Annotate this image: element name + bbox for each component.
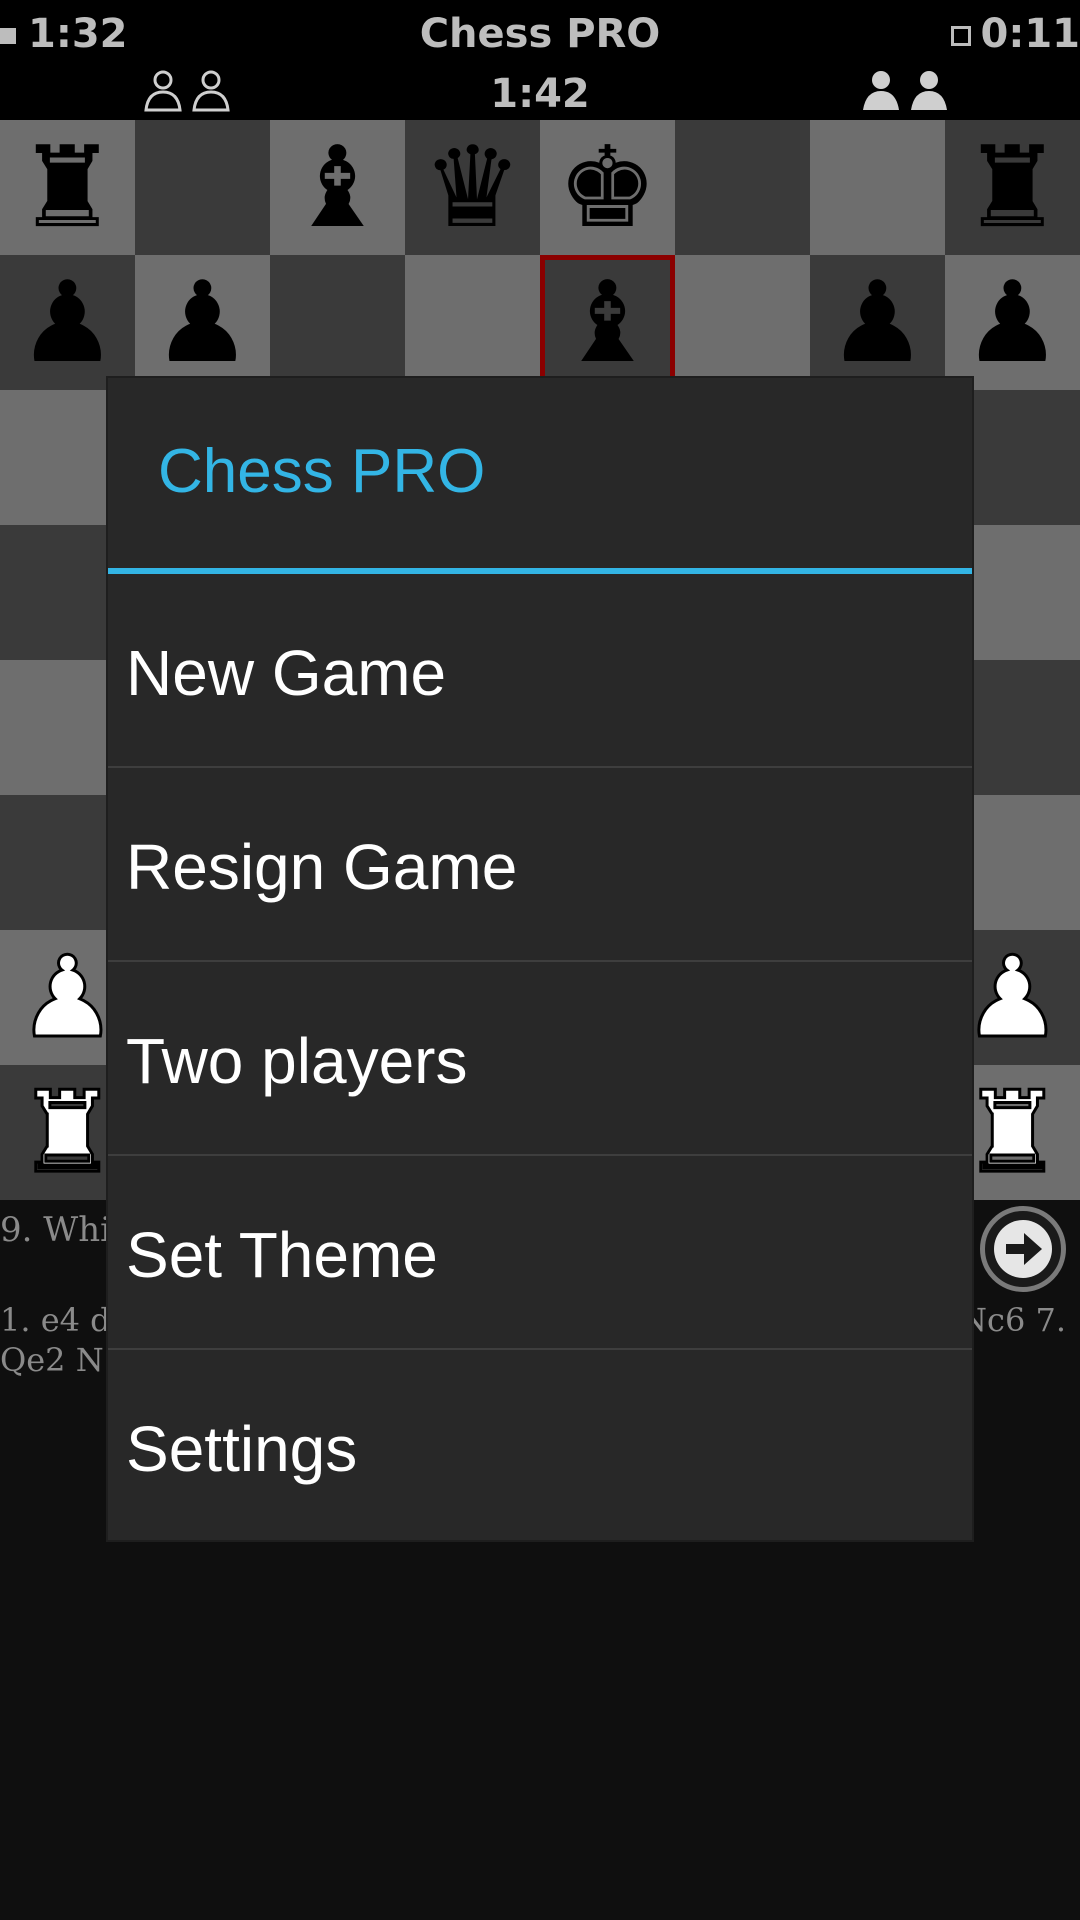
board-square-f8[interactable] xyxy=(675,120,810,255)
status-line: 9. Whi xyxy=(0,1210,111,1250)
black-pawn-icon[interactable]: ♟ xyxy=(135,255,270,390)
dialog-title: Chess PRO xyxy=(158,437,486,506)
board-square-c8[interactable]: ♝ xyxy=(270,120,405,255)
board-square-d8[interactable]: ♛ xyxy=(405,120,540,255)
menu-item-label: New Game xyxy=(126,637,447,709)
black-rook-icon[interactable]: ♜ xyxy=(945,120,1080,255)
black-bishop-icon[interactable]: ♝ xyxy=(540,255,675,390)
main-menu-dialog: Chess PRO New Game Resign Game Two playe… xyxy=(108,378,972,1540)
menu-item-label: Settings xyxy=(126,1413,358,1485)
board-square-g7[interactable]: ♟ xyxy=(810,255,945,390)
board-square-d7[interactable] xyxy=(405,255,540,390)
menu-item-label: Two players xyxy=(126,1025,468,1097)
arrow-right-icon xyxy=(994,1220,1052,1278)
menu-item-settings[interactable]: Settings xyxy=(108,1350,972,1544)
board-square-e8[interactable]: ♚ xyxy=(540,120,675,255)
menu-item-resign-game[interactable]: Resign Game xyxy=(108,768,972,962)
black-king-icon[interactable]: ♚ xyxy=(540,120,675,255)
black-clock: 0:11 xyxy=(950,11,1080,57)
menu-item-two-players[interactable]: Two players xyxy=(108,962,972,1156)
app-title: Chess PRO xyxy=(419,11,661,57)
players-right-icon xyxy=(858,68,952,112)
menu-item-set-theme[interactable]: Set Theme xyxy=(108,1156,972,1350)
menu-item-label: Resign Game xyxy=(126,831,518,903)
board-square-h8[interactable]: ♜ xyxy=(945,120,1080,255)
black-queen-icon[interactable]: ♛ xyxy=(405,120,540,255)
board-square-b7[interactable]: ♟ xyxy=(135,255,270,390)
players-left-icon xyxy=(140,68,234,112)
black-pawn-icon[interactable]: ♟ xyxy=(945,255,1080,390)
board-square-e7[interactable]: ♝ xyxy=(540,255,675,390)
menu-item-new-game[interactable]: New Game xyxy=(108,574,972,768)
move-list-line1-left: 1. e4 d xyxy=(0,1301,111,1339)
board-square-f7[interactable] xyxy=(675,255,810,390)
board-square-a8[interactable]: ♜ xyxy=(0,120,135,255)
board-square-b8[interactable] xyxy=(135,120,270,255)
black-pawn-icon[interactable]: ♟ xyxy=(0,255,135,390)
menu-item-label: Set Theme xyxy=(126,1219,438,1291)
board-square-c7[interactable] xyxy=(270,255,405,390)
black-turn-indicator-icon xyxy=(950,26,971,46)
move-list-line2-left: Qe2 N xyxy=(0,1341,104,1379)
black-bishop-icon[interactable]: ♝ xyxy=(270,120,405,255)
board-square-g8[interactable] xyxy=(810,120,945,255)
board-square-a7[interactable]: ♟ xyxy=(0,255,135,390)
menu-list: New Game Resign Game Two players Set The… xyxy=(108,574,972,1544)
black-rook-icon[interactable]: ♜ xyxy=(0,120,135,255)
next-move-button[interactable] xyxy=(980,1206,1066,1292)
move-list-line1-right: Nc6 7. xyxy=(959,1301,1066,1339)
black-pawn-icon[interactable]: ♟ xyxy=(810,255,945,390)
board-square-h7[interactable]: ♟ xyxy=(945,255,1080,390)
status-header: 1:32 Chess PRO 0:11 1:42 xyxy=(0,0,1080,120)
black-clock-time: 0:11 xyxy=(980,11,1080,57)
